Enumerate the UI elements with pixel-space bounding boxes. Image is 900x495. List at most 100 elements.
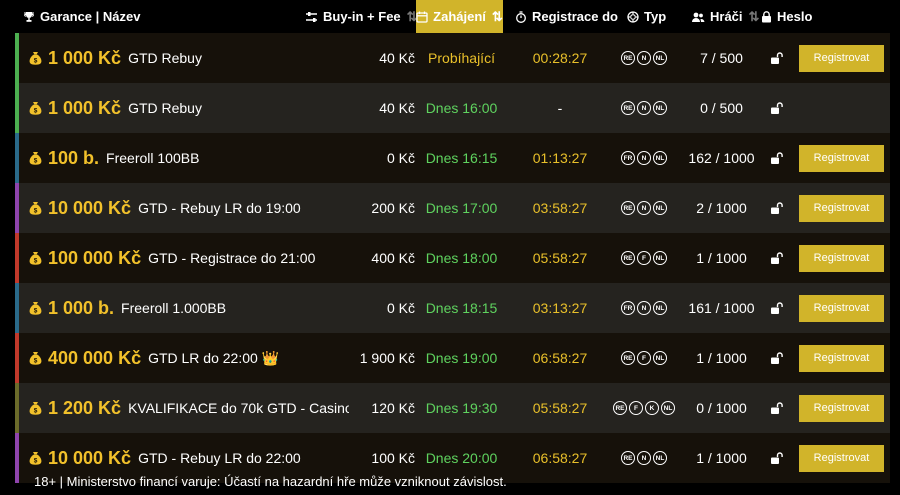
tournament-name[interactable]: Freeroll 100BB bbox=[106, 150, 199, 166]
type-badge: NL bbox=[653, 251, 667, 265]
money-bag-icon: $ bbox=[29, 52, 42, 65]
calendar-icon bbox=[416, 11, 428, 23]
password-status bbox=[766, 233, 786, 283]
type-badges: RE F K NL bbox=[609, 383, 679, 433]
tournament-name-cell: $ 400 000 Kč GTD LR do 22:00 👑 bbox=[29, 333, 349, 383]
start-time: Dnes 18:15 bbox=[425, 300, 498, 316]
register-button[interactable]: Registrovat bbox=[799, 444, 884, 472]
guarantee-amount: 1 000 Kč bbox=[48, 47, 122, 68]
tournament-name[interactable]: GTD - Registrace do 21:00 bbox=[148, 250, 315, 266]
tournament-name[interactable]: GTD Rebuy bbox=[128, 100, 202, 116]
money-bag-icon: $ bbox=[29, 452, 42, 465]
tournament-name-cell: $ 1 000 Kč GTD Rebuy bbox=[29, 83, 349, 133]
tournament-row[interactable]: $ 1 000 Kč GTD Rebuy 40 Kč Probíhající 0… bbox=[15, 33, 890, 83]
guarantee-amount: 100 b. bbox=[48, 147, 100, 168]
type-badge: NL bbox=[653, 101, 667, 115]
tournament-name[interactable]: Freeroll 1.000BB bbox=[121, 300, 226, 316]
type-badge: N bbox=[637, 301, 651, 315]
column-header-buyin[interactable]: Buy-in + Fee ⇅ bbox=[305, 0, 418, 33]
column-header-zahajeni[interactable]: Zahájení ⇅ bbox=[416, 0, 503, 33]
buyin-value: 1 900 Kč bbox=[359, 350, 415, 366]
register-button[interactable]: Registrovat bbox=[799, 44, 884, 72]
svg-text:$: $ bbox=[34, 308, 38, 315]
players-count: 2 / 1000 bbox=[696, 200, 747, 216]
column-header-registrace[interactable]: Registrace do bbox=[515, 0, 618, 33]
unlocked-icon bbox=[770, 101, 783, 114]
start-time: Probíhající bbox=[428, 50, 495, 66]
type-badge: RE bbox=[613, 401, 627, 415]
unlocked-icon bbox=[770, 251, 783, 264]
column-header-heslo-label: Heslo bbox=[777, 9, 813, 24]
tournament-name-cell: $ 100 000 Kč GTD - Registrace do 21:00 bbox=[29, 233, 349, 283]
register-button[interactable]: Registrovat bbox=[799, 244, 884, 272]
tournament-row[interactable]: $ 100 000 Kč GTD - Registrace do 21:00 4… bbox=[15, 233, 890, 283]
type-badges: RE N NL bbox=[609, 83, 679, 133]
type-badge: RE bbox=[621, 251, 635, 265]
svg-text:$: $ bbox=[34, 458, 38, 465]
password-status bbox=[766, 333, 786, 383]
tournament-name-cell: $ 1 000 b. Freeroll 1.000BB bbox=[29, 283, 349, 333]
tournament-row[interactable]: $ 10 000 Kč GTD - Rebuy LR do 19:00 200 … bbox=[15, 183, 890, 233]
svg-text:$: $ bbox=[34, 258, 38, 265]
guarantee-amount: 1 200 Kč bbox=[48, 397, 122, 418]
unlocked-icon bbox=[770, 451, 783, 464]
type-badges: FR N NL bbox=[609, 133, 679, 183]
svg-text:$: $ bbox=[34, 158, 38, 165]
guarantee-amount: 10 000 Kč bbox=[48, 197, 132, 218]
type-badge: NL bbox=[653, 151, 667, 165]
password-status bbox=[766, 133, 786, 183]
registration-until: 05:58:27 bbox=[532, 250, 588, 266]
type-badge: FR bbox=[621, 301, 635, 315]
column-header-hraci[interactable]: Hráči ⇅ bbox=[691, 0, 759, 33]
sort-active-icon[interactable]: ⇅ bbox=[492, 9, 503, 25]
type-badges: RE F NL bbox=[609, 333, 679, 383]
type-badge: NL bbox=[661, 401, 675, 415]
password-status bbox=[766, 283, 786, 333]
column-header-garance-label: Garance | Název bbox=[40, 9, 141, 24]
guarantee-amount: 100 000 Kč bbox=[48, 247, 142, 268]
tournament-row[interactable]: $ 400 000 Kč GTD LR do 22:00 👑 1 900 Kč … bbox=[15, 333, 890, 383]
type-badge: N bbox=[637, 451, 651, 465]
register-button[interactable]: Registrovat bbox=[799, 144, 884, 172]
tournament-name-cell: $ 1 200 Kč KVALIFIKACE do 70k GTD - Casi… bbox=[29, 383, 349, 433]
column-header-heslo[interactable]: Heslo bbox=[761, 0, 812, 33]
money-bag-icon: $ bbox=[29, 352, 42, 365]
column-header-typ[interactable]: Typ bbox=[627, 0, 666, 33]
column-header-registrace-label: Registrace do bbox=[532, 9, 618, 24]
crown-icon: 👑 bbox=[261, 349, 280, 366]
tournament-row[interactable]: $ 1 000 Kč GTD Rebuy 40 Kč Dnes 16:00 - … bbox=[15, 83, 890, 133]
type-badge: N bbox=[637, 151, 651, 165]
register-button[interactable]: Registrovat bbox=[799, 194, 884, 222]
tournament-name[interactable]: GTD LR do 22:00 bbox=[148, 350, 258, 366]
start-time: Dnes 17:00 bbox=[425, 200, 498, 216]
money-bag-icon: $ bbox=[29, 202, 42, 215]
type-badges: RE N NL bbox=[609, 433, 679, 483]
buyin-value: 120 Kč bbox=[371, 400, 415, 416]
start-time: Dnes 16:00 bbox=[425, 100, 498, 116]
register-button[interactable]: Registrovat bbox=[799, 344, 884, 372]
sort-icon[interactable]: ⇅ bbox=[749, 9, 760, 25]
password-status bbox=[766, 183, 786, 233]
type-badge: K bbox=[645, 401, 659, 415]
tournament-row[interactable]: $ 1 200 Kč KVALIFIKACE do 70k GTD - Casi… bbox=[15, 383, 890, 433]
tournament-name[interactable]: KVALIFIKACE do 70k GTD - Casino 4... bbox=[128, 400, 349, 416]
tournament-name[interactable]: GTD - Rebuy LR do 22:00 bbox=[138, 450, 301, 466]
svg-text:$: $ bbox=[34, 208, 38, 215]
tournament-name-cell: $ 1 000 Kč GTD Rebuy bbox=[29, 33, 349, 83]
buyin-value: 40 Kč bbox=[379, 50, 415, 66]
type-badge: NL bbox=[653, 301, 667, 315]
tournament-name[interactable]: GTD Rebuy bbox=[128, 50, 202, 66]
type-badge: F bbox=[629, 401, 643, 415]
column-header-garance[interactable]: Garance | Název bbox=[23, 0, 140, 33]
tournament-row[interactable]: $ 1 000 b. Freeroll 1.000BB 0 Kč Dnes 18… bbox=[15, 283, 890, 333]
register-button[interactable]: Registrovat bbox=[799, 294, 884, 322]
type-badges: FR N NL bbox=[609, 283, 679, 333]
unlocked-icon bbox=[770, 51, 783, 64]
players-count: 7 / 500 bbox=[700, 50, 743, 66]
register-button[interactable]: Registrovat bbox=[799, 394, 884, 422]
tournament-name[interactable]: GTD - Rebuy LR do 19:00 bbox=[138, 200, 301, 216]
registration-until: - bbox=[557, 100, 563, 116]
guarantee-amount: 10 000 Kč bbox=[48, 447, 132, 468]
tournament-row[interactable]: $ 100 b. Freeroll 100BB 0 Kč Dnes 16:15 … bbox=[15, 133, 890, 183]
password-status bbox=[766, 83, 786, 133]
